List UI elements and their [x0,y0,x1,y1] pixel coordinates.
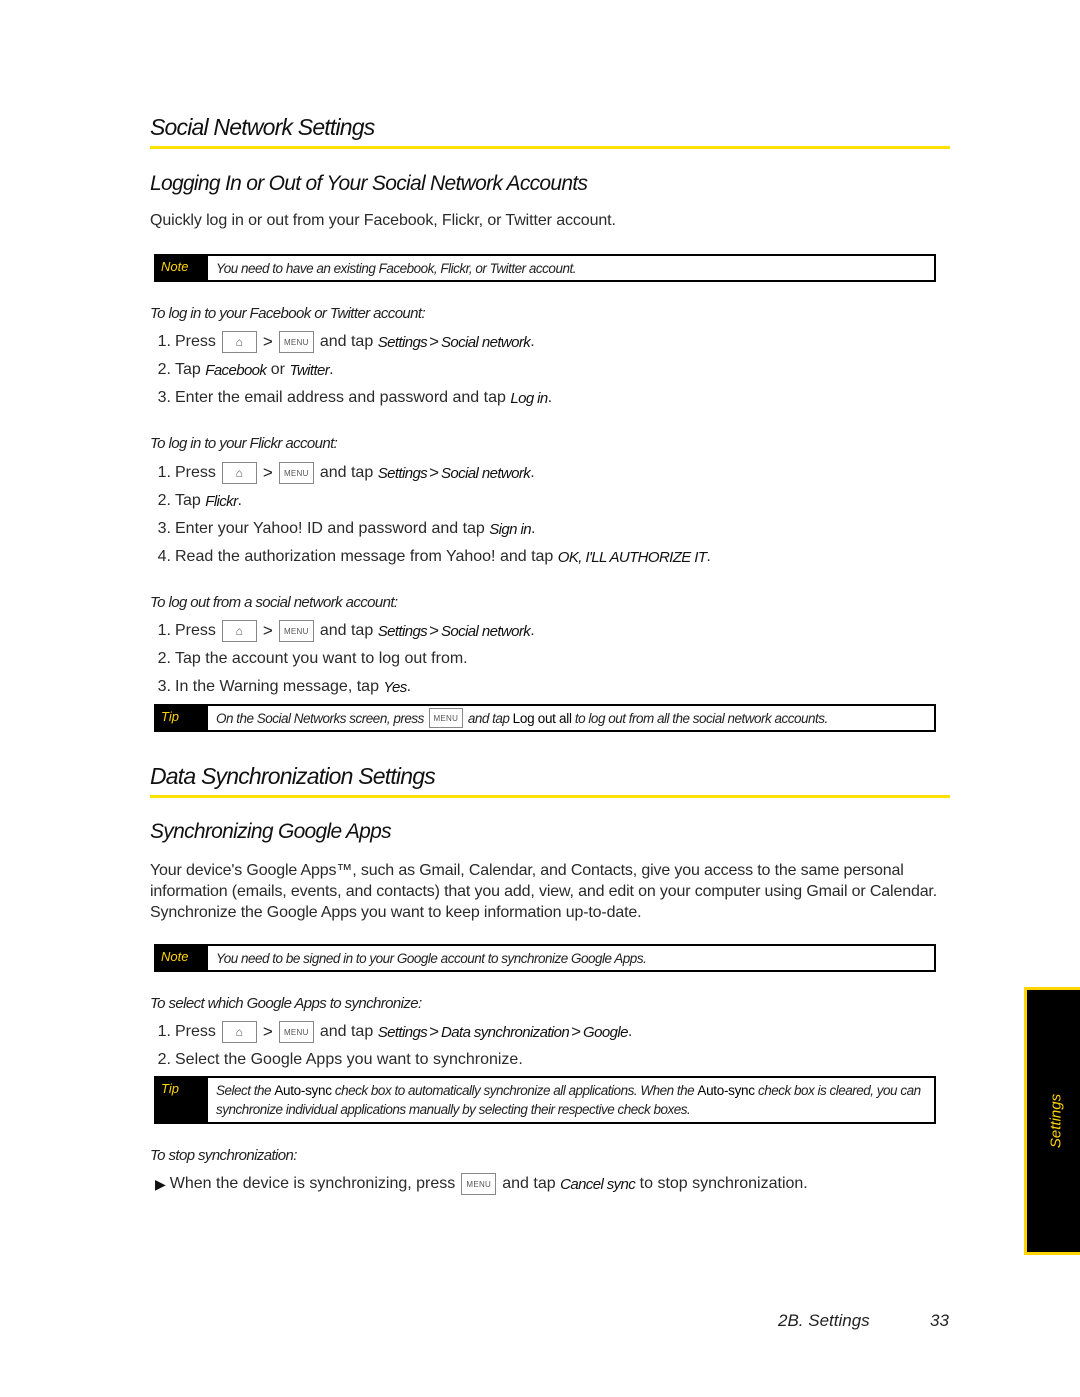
note-box: Note You need to be signed in to your Go… [154,944,936,972]
procedure-steps: 1. Press ⌂ > MENU and tap Settings > Soc… [146,330,552,410]
step-item: 2. Tap Flickr. [157,492,242,510]
subsection-title-logging: Logging In or Out of Your Social Network… [150,172,588,195]
intro-paragraph: Your device's Google Apps™, such as Gmai… [150,862,938,921]
note-label: Note [156,256,208,280]
step-item: 3. In the Warning message, tap Yes. [157,678,412,696]
home-key-icon: ⌂ [221,331,257,353]
menu-key-icon: MENU [278,462,314,484]
home-key-icon: ⌂ [221,1021,257,1043]
menu-key-icon: MENU [461,1173,497,1195]
note-box: Note You need to have an existing Facebo… [154,254,936,282]
tip-text: Select the Auto-sync check box to automa… [216,1083,921,1117]
section-rule [150,146,950,149]
section-title-social-network: Social Network Settings [150,114,375,140]
home-key-icon: ⌂ [221,620,257,642]
step-item: 2. Tap Facebook or Twitter. [157,361,334,379]
note-text: You need to have an existing Facebook, F… [216,261,576,276]
note-text: You need to be signed in to your Google … [216,951,647,966]
menu-key-icon: MENU [428,708,463,728]
step-item: 1. Press ⌂ > MENU and tap Settings > Soc… [157,462,535,484]
step-item: 2. Select the Google Apps you want to sy… [157,1051,523,1068]
menu-key-icon: MENU [278,1021,314,1043]
step-item: 3. Enter the email address and password … [157,389,553,407]
section-rule [150,795,950,798]
step-item: 2. Tap the account you want to log out f… [157,650,468,667]
procedure-steps: 1. Press ⌂ > MENU and tap Settings > Soc… [146,461,711,569]
step-item: 1. Press ⌂ > MENU and tap Settings > Dat… [157,1021,633,1043]
note-label: Note [156,946,208,970]
subsection-title-google-apps: Synchronizing Google Apps [150,820,392,843]
procedure-heading: To log in to your Flickr account: [150,435,338,452]
procedure-heading: To log in to your Facebook or Twitter ac… [150,305,426,322]
chapter-side-tab: Settings [1024,987,1080,1255]
procedure-heading: To log out from a social network account… [150,594,398,611]
step-item: 1. Press ⌂ > MENU and tap Settings > Soc… [157,331,535,353]
step-item: 3. Enter your Yahoo! ID and password and… [157,520,536,538]
procedure-steps: 1. Press ⌂ > MENU and tap Settings > Soc… [146,619,535,699]
home-key-icon: ⌂ [221,462,257,484]
intro-text: Quickly log in or out from your Facebook… [150,212,616,229]
tip-box: Tip Select the Auto-sync check box to au… [154,1076,936,1124]
tip-label: Tip [156,706,208,730]
page-number: 33 [930,1311,949,1330]
menu-key-icon: MENU [278,620,314,642]
step-item: 4. Read the authorization message from Y… [157,548,711,566]
tip-box: Tip On the Social Networks screen, press… [154,704,936,732]
tip-label: Tip [156,1078,208,1122]
procedure-heading: To select which Google Apps to synchroni… [150,995,422,1012]
bullet-item: ▶ When the device is synchronizing, pres… [155,1172,808,1196]
menu-key-icon: MENU [278,331,314,353]
footer-chapter: 2B. Settings [778,1311,870,1330]
procedure-heading: To stop synchronization: [150,1147,297,1164]
bullet-arrow-icon: ▶ [155,1175,166,1192]
tip-text: On the Social Networks screen, press MEN… [208,706,934,730]
procedure-steps: 1. Press ⌂ > MENU and tap Settings > Dat… [146,1020,632,1072]
step-item: 1. Press ⌂ > MENU and tap Settings > Soc… [157,620,535,642]
section-title-data-sync: Data Synchronization Settings [150,763,436,789]
side-tab-label: Settings [1047,1093,1064,1149]
